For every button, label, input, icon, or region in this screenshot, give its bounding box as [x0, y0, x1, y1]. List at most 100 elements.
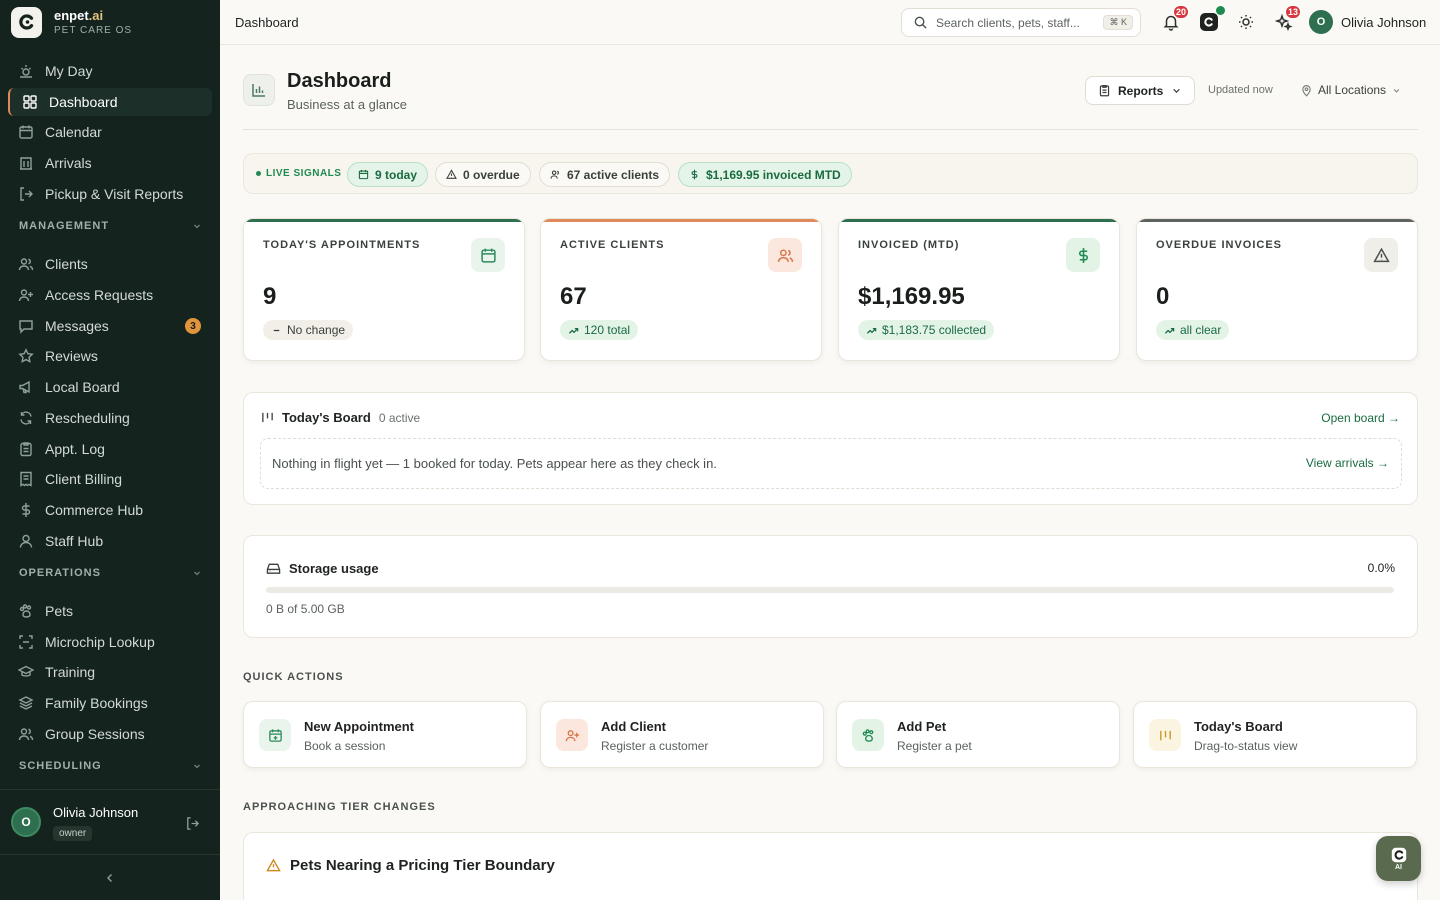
sidebar-item-training[interactable]: Training — [8, 658, 212, 686]
sidebar-item-staff-hub[interactable]: Staff Hub — [8, 527, 212, 555]
sidebar-item-commerce-hub[interactable]: Commerce Hub — [8, 496, 212, 524]
user-name[interactable]: Olivia Johnson — [1341, 15, 1426, 30]
brand[interactable]: enpet.ai PET CARE OS — [11, 6, 132, 38]
section-title: MANAGEMENT — [19, 220, 110, 232]
kpi-accent — [839, 219, 1119, 222]
sidebar-item-dashboard[interactable]: Dashboard — [8, 88, 212, 116]
sidebar-section-operations[interactable]: OPERATIONS — [19, 566, 202, 580]
kpi-label: INVOICED (MTD) — [858, 239, 960, 251]
sidebar-item-group-sessions[interactable]: Group Sessions — [8, 720, 212, 748]
quick-action-subtitle: Book a session — [304, 739, 386, 753]
section-title: SCHEDULING — [19, 760, 102, 772]
exit-icon — [20, 187, 33, 201]
updated-status: Updated now — [1208, 84, 1273, 96]
board-count: 0 active — [378, 410, 421, 425]
sidebar-item-label: Commerce Hub — [45, 502, 144, 518]
logout-icon[interactable] — [185, 816, 200, 831]
sidebar-item-pickup-visit-reports[interactable]: Pickup & Visit Reports — [8, 180, 212, 208]
sidebar-item-arrivals[interactable]: Arrivals — [8, 149, 212, 177]
kpi-card-invoiced[interactable]: INVOICED (MTD) $1,169.95 $1,183.75 colle… — [838, 218, 1120, 361]
sidebar-item-label: Client Billing — [45, 471, 123, 487]
clipboard-icon — [1099, 85, 1110, 97]
building-icon — [20, 157, 32, 170]
storage-detail: 0 B of 5.00 GB — [266, 602, 345, 616]
signal-chip-today[interactable]: 9 today — [347, 162, 429, 187]
reports-button[interactable]: Reports — [1085, 76, 1195, 105]
live-signals-label: LIVE SIGNALS — [256, 168, 341, 179]
kpi-card-appointments[interactable]: TODAY'S APPOINTMENTS 9 No change — [243, 218, 525, 361]
kpi-value: 67 — [560, 283, 587, 310]
chevron-down-icon — [1393, 88, 1400, 93]
messages-badge: 3 — [185, 318, 201, 334]
storage-progress-bar — [266, 587, 1394, 593]
quick-action-title: Add Pet — [897, 719, 947, 734]
graduation-icon — [18, 665, 34, 677]
signal-chip-overdue[interactable]: 0 overdue — [435, 162, 531, 187]
sidebar-item-pets[interactable]: Pets — [8, 597, 212, 625]
sidebar-item-client-billing[interactable]: Client Billing — [8, 465, 212, 493]
signal-chip-invoiced[interactable]: $1,169.95 invoiced MTD — [678, 162, 852, 187]
live-signals-bar: LIVE SIGNALS 9 today 0 overdue 67 active… — [243, 153, 1418, 194]
sidebar-item-family-bookings[interactable]: Family Bookings — [8, 689, 212, 717]
kpi-card-active-clients[interactable]: ACTIVE CLIENTS 67 120 total — [540, 218, 822, 361]
dollar-icon — [1066, 238, 1100, 272]
topbar-title: Dashboard — [235, 15, 299, 30]
sidebar-section-management[interactable]: MANAGEMENT — [19, 219, 202, 233]
sidebar: enpet.ai PET CARE OS My Day Dashboard Ca… — [0, 0, 220, 900]
kpi-card-overdue[interactable]: OVERDUE INVOICES 0 all clear — [1136, 218, 1418, 361]
sun-icon[interactable] — [1237, 13, 1255, 31]
kpi-value: 9 — [263, 283, 277, 310]
search-input[interactable]: Search clients, pets, staff... ⌘ K — [901, 8, 1141, 37]
page-subtitle: Business at a glance — [287, 97, 407, 112]
ai-assistant-button[interactable]: AI — [1376, 836, 1421, 881]
tier-boundary-card: Pets Nearing a Pricing Tier Boundary — [243, 832, 1418, 900]
sidebar-item-microchip-lookup[interactable]: Microchip Lookup — [8, 628, 212, 656]
sidebar-item-access-requests[interactable]: Access Requests — [8, 281, 212, 309]
sidebar-item-reviews[interactable]: Reviews — [8, 342, 212, 370]
chip-label: 67 active clients — [567, 167, 660, 182]
sidebar-user: O Olivia Johnson owner — [0, 789, 220, 855]
sidebar-user-name: Olivia Johnson — [53, 805, 139, 820]
open-board-link[interactable]: Open board → — [1321, 411, 1400, 425]
dollar-icon — [21, 503, 31, 517]
sidebar-item-my-day[interactable]: My Day — [8, 57, 212, 85]
layout-grid-icon — [23, 95, 37, 109]
sidebar-item-rescheduling[interactable]: Rescheduling — [8, 404, 212, 432]
page-title: Dashboard — [287, 70, 392, 92]
kpi-value: $1,169.95 — [858, 283, 965, 310]
board-empty-state: Nothing in flight yet — 1 booked for tod… — [260, 438, 1402, 489]
sidebar-item-label: Dashboard — [49, 94, 118, 110]
quick-action-add-client[interactable]: Add Client Register a customer — [540, 701, 824, 768]
sidebar-section-scheduling[interactable]: SCHEDULING — [19, 759, 202, 773]
quick-action-subtitle: Drag-to-status view — [1194, 739, 1298, 753]
sidebar-item-local-board[interactable]: Local Board — [8, 373, 212, 401]
alert-icon — [1364, 238, 1398, 272]
assistant-logo-icon[interactable] — [1200, 13, 1218, 31]
chevron-down-icon — [194, 571, 200, 576]
quick-action-new-appointment[interactable]: New Appointment Book a session — [243, 701, 527, 768]
sidebar-item-label: Local Board — [45, 379, 120, 395]
sidebar-user-role: owner — [53, 826, 93, 841]
quick-action-todays-board[interactable]: Today's Board Drag-to-status view — [1133, 701, 1417, 768]
sidebar-item-appt-log[interactable]: Appt. Log — [8, 435, 212, 463]
location-selector[interactable]: All Locations — [1300, 83, 1402, 97]
users-icon — [768, 238, 802, 272]
columns-icon — [262, 412, 273, 423]
storage-header: Storage usage — [266, 561, 379, 576]
header-divider — [243, 129, 1418, 130]
avatar[interactable]: O — [1309, 10, 1333, 34]
signal-chip-active-clients[interactable]: 67 active clients — [539, 162, 671, 187]
quick-action-add-pet[interactable]: Add Pet Register a pet — [836, 701, 1120, 768]
trending-up-icon — [1164, 327, 1175, 334]
quick-actions-heading: QUICK ACTIONS — [243, 671, 344, 683]
view-arrivals-link[interactable]: View arrivals → — [1306, 456, 1389, 470]
storage-usage-card: Storage usage 0.0% 0 B of 5.00 GB — [243, 535, 1418, 638]
sidebar-item-calendar[interactable]: Calendar — [8, 118, 212, 146]
sidebar-item-messages[interactable]: Messages 3 — [8, 312, 212, 340]
chevron-left-icon[interactable] — [103, 871, 117, 885]
sidebar-item-clients[interactable]: Clients — [8, 250, 212, 278]
todays-board-card: Today's Board 0 active Open board → Noth… — [243, 392, 1418, 505]
avatar[interactable]: O — [11, 807, 41, 837]
dollar-icon — [691, 169, 698, 180]
board-empty-text: Nothing in flight yet — 1 booked for tod… — [272, 456, 717, 471]
